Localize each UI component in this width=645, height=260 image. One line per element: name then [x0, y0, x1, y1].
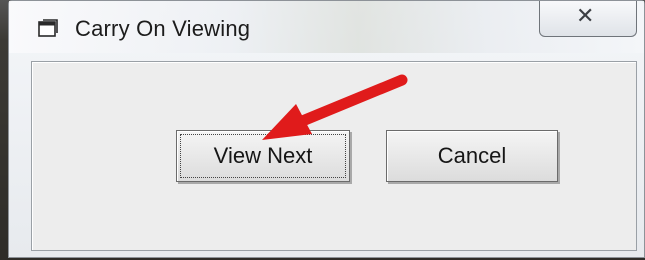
focus-rectangle	[180, 134, 346, 178]
view-next-button[interactable]: View Next	[176, 130, 350, 182]
dialog-window: Carry On Viewing ✕	[8, 0, 645, 258]
cancel-button[interactable]: Cancel	[386, 130, 558, 182]
close-button[interactable]: ✕	[539, 1, 637, 37]
window-title: Carry On Viewing	[75, 16, 251, 41]
window-dialog-icon	[38, 19, 58, 37]
title-bar[interactable]: Carry On Viewing ✕	[9, 1, 644, 53]
close-icon: ✕	[576, 3, 595, 28]
cancel-label: Cancel	[437, 143, 507, 168]
